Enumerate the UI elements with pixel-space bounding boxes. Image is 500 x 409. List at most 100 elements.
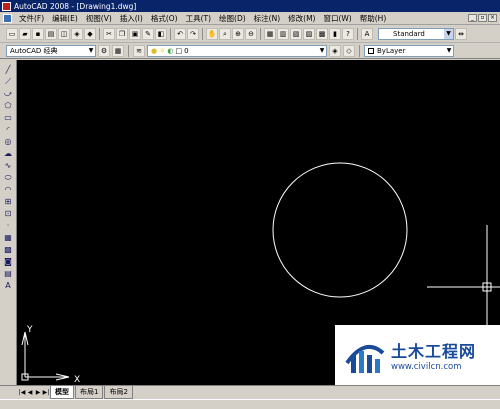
zoom-window-icon[interactable]: ⊕ (232, 28, 244, 40)
menu-window[interactable]: 窗口(W) (319, 13, 355, 24)
3d-dwf-icon[interactable]: ◆ (84, 28, 96, 40)
redo-icon[interactable]: ↷ (187, 28, 199, 40)
construction-line-icon[interactable]: ⟋ (2, 76, 14, 87)
layer-state-icons: ● ☼ ◐ □ 0 (151, 47, 189, 55)
layer-select[interactable]: ● ☼ ◐ □ 0 ▼ (147, 45, 327, 57)
help-icon[interactable]: ? (342, 28, 354, 40)
point-icon[interactable]: · (2, 220, 14, 231)
new-file-icon[interactable]: ▭ (6, 28, 18, 40)
zoom-previous-icon[interactable]: ⊖ (245, 28, 257, 40)
workspace-settings-icon[interactable]: ⚙ (98, 45, 110, 57)
menu-draw[interactable]: 绘图(D) (215, 13, 250, 24)
tab-model[interactable]: 模型 (50, 386, 74, 399)
open-file-icon[interactable]: ▰ (19, 28, 31, 40)
markup-icon[interactable]: ▩ (316, 28, 328, 40)
color-control-content: ByLayer (368, 47, 405, 55)
next-tab-arrow-icon[interactable]: ▶ (34, 389, 42, 396)
tab-layout2[interactable]: 布局2 (104, 386, 133, 399)
circle-icon[interactable]: ◎ (2, 136, 14, 147)
match-properties-icon[interactable]: ✎ (142, 28, 154, 40)
color-control-select[interactable]: ByLayer ▼ (364, 45, 454, 57)
make-block-icon[interactable]: ⊡ (2, 208, 14, 219)
design-center-icon[interactable]: ▥ (277, 28, 289, 40)
workspace-select[interactable]: AutoCAD 经典 ▼ (6, 45, 96, 57)
workspace-save-icon[interactable]: ▦ (112, 45, 124, 57)
lightbulb-icon: ● (151, 47, 158, 55)
watermark-url: www.civilcn.com (391, 362, 462, 372)
chevron-down-icon[interactable]: ▼ (318, 46, 326, 56)
toolbar-separator (170, 28, 171, 40)
line-icon[interactable]: ╱ (2, 64, 14, 75)
text-style-select[interactable]: Standard ▼ (378, 28, 454, 40)
rectangle-icon[interactable]: ▭ (2, 112, 14, 123)
ucs-icon (21, 331, 70, 381)
undo-icon[interactable]: ↶ (174, 28, 186, 40)
block-editor-icon[interactable]: ◧ (155, 28, 167, 40)
calculator-icon[interactable]: ▮ (329, 28, 341, 40)
polygon-icon[interactable]: ⬠ (2, 100, 14, 111)
insert-block-icon[interactable]: ⊞ (2, 196, 14, 207)
menu-modify[interactable]: 修改(M) (284, 13, 319, 24)
menu-bar: 文件(F) 编辑(E) 视图(V) 插入(I) 格式(O) 工具(T) 绘图(D… (0, 12, 500, 25)
copy-icon[interactable]: ❐ (116, 28, 128, 40)
first-tab-arrow-icon[interactable]: |◀ (18, 389, 26, 396)
sheet-set-icon[interactable]: ▨ (303, 28, 315, 40)
multiline-text-icon[interactable]: A (2, 280, 14, 291)
chevron-down-icon[interactable]: ▼ (87, 46, 95, 56)
pan-icon[interactable]: ✋ (206, 28, 218, 40)
menu-help[interactable]: 帮助(H) (356, 13, 391, 24)
gradient-icon[interactable]: ▩ (2, 244, 14, 255)
drawn-circle[interactable] (272, 162, 408, 298)
spline-icon[interactable]: ∿ (2, 160, 14, 171)
close-icon[interactable]: × (488, 14, 497, 22)
document-icon[interactable] (3, 13, 12, 23)
ellipse-icon[interactable]: ⬭ (2, 172, 14, 183)
menu-file[interactable]: 文件(F) (15, 13, 48, 24)
paste-icon[interactable]: ▣ (129, 28, 141, 40)
polyline-icon[interactable]: ⤻ (2, 88, 14, 99)
last-tab-arrow-icon[interactable]: ▶| (42, 389, 50, 396)
layout-tabs-bar: |◀ ◀ ▶ ▶| 模型 布局1 布局2 (0, 385, 500, 399)
menu-dimension[interactable]: 标注(N) (250, 13, 284, 24)
toolbar-separator (128, 45, 129, 57)
text-style-value: Standard (393, 30, 425, 38)
minimize-icon[interactable]: _ (468, 14, 477, 22)
text-style-icon: A (361, 28, 373, 40)
make-current-layer-icon[interactable]: ◈ (329, 45, 341, 57)
hatch-icon[interactable]: ▦ (2, 232, 14, 243)
table-icon[interactable]: ▤ (2, 268, 14, 279)
arc-icon[interactable]: ◜ (2, 124, 14, 135)
prev-tab-arrow-icon[interactable]: ◀ (26, 389, 34, 396)
menu-view[interactable]: 视图(V) (82, 13, 116, 24)
menu-edit[interactable]: 编辑(E) (48, 13, 82, 24)
revision-cloud-icon[interactable]: ☁ (2, 148, 14, 159)
menu-insert[interactable]: 插入(I) (116, 13, 147, 24)
chevron-down-icon[interactable]: ▼ (444, 29, 453, 39)
region-icon[interactable]: ◙ (2, 256, 14, 267)
layer-previous-icon[interactable]: ◇ (343, 45, 355, 57)
chevron-down-icon[interactable]: ▼ (445, 46, 453, 56)
workspace-layers-toolbar: AutoCAD 经典 ▼ ⚙ ▦ ≋ ● ☼ ◐ □ 0 ▼ ◈ ◇ ByLay… (0, 44, 500, 59)
properties-icon[interactable]: ▦ (264, 28, 276, 40)
ucs-y-label: Y (26, 325, 33, 335)
toolbar-separator (260, 28, 261, 40)
print-icon[interactable]: ▤ (45, 28, 57, 40)
unlock-icon: ◐ (167, 47, 174, 55)
tab-layout1[interactable]: 布局1 (75, 386, 104, 399)
civilcn-logo-icon (343, 333, 387, 377)
ellipse-arc-icon[interactable]: ◠ (2, 184, 14, 195)
layer-manager-icon[interactable]: ≋ (133, 45, 145, 57)
color-swatch-icon: □ (175, 47, 183, 55)
zoom-realtime-icon[interactable]: ⌕ (219, 28, 231, 40)
menu-format[interactable]: 格式(O) (147, 13, 182, 24)
toolbar-separator (359, 45, 360, 57)
print-preview-icon[interactable]: ◫ (58, 28, 70, 40)
restore-icon[interactable]: ▫ (478, 14, 487, 22)
menu-tools[interactable]: 工具(T) (182, 13, 215, 24)
document-window-controls: _ ▫ × (468, 14, 500, 22)
cut-icon[interactable]: ✂ (103, 28, 115, 40)
save-icon[interactable]: ▪ (32, 28, 44, 40)
dimension-style-icon: ⇹ (455, 28, 467, 40)
tool-palettes-icon[interactable]: ▧ (290, 28, 302, 40)
publish-icon[interactable]: ◈ (71, 28, 83, 40)
